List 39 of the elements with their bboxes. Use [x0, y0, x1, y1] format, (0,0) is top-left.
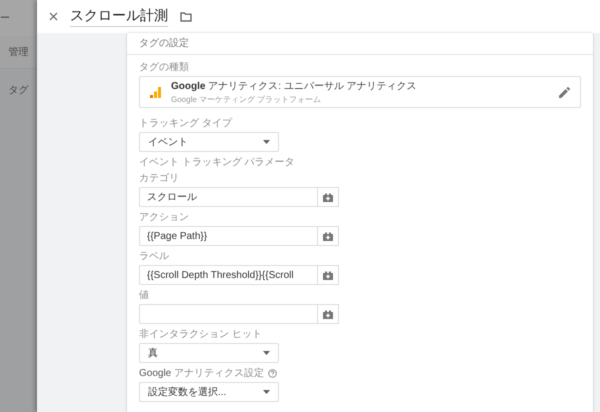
variable-button[interactable] — [318, 226, 339, 246]
field-label: ラベル — [139, 250, 169, 263]
field-label: 非インタラクション ヒット — [139, 328, 262, 341]
sidebar-item[interactable]: タグ — [8, 85, 28, 96]
field-label: トラッキング タイプ — [139, 116, 232, 130]
section-title: タグの設定 — [127, 33, 593, 55]
dropdown[interactable]: イベント — [139, 132, 279, 152]
tag-type-card[interactable]: Google アナリティクス: ユニバーサル アナリティクス Google マーケティング プラットフォーム — [139, 76, 581, 108]
variable-button[interactable] — [318, 304, 339, 324]
tag-type-name: Google アナリティクス: ユニバーサル アナリティクス — [171, 80, 418, 93]
field-label: 値 — [139, 289, 149, 302]
close-icon[interactable] — [49, 12, 58, 21]
caret-icon — [263, 390, 270, 394]
field-label: カテゴリ — [139, 172, 179, 185]
variable-button[interactable] — [318, 265, 339, 285]
top-bar-text: ー — [0, 12, 10, 25]
brick-icon — [322, 310, 334, 318]
dropdown[interactable]: 真 — [139, 343, 279, 363]
brick-icon — [322, 192, 334, 202]
input-field[interactable]: {{Scroll Depth Threshold}}{{Scroll — [139, 265, 318, 285]
pencil-icon[interactable] — [559, 86, 570, 98]
input-field[interactable]: {{Page Path}} — [139, 226, 318, 246]
input-field[interactable]: スクロール — [139, 187, 318, 207]
tag-type-subtitle: Google マーケティング プラットフォーム — [171, 94, 322, 105]
caret-icon — [263, 140, 270, 144]
brick-icon — [322, 270, 334, 280]
dropdown[interactable]: 設定変数を選択... — [139, 382, 279, 402]
field-label: アクション — [139, 211, 189, 224]
section-heading: イベント トラッキング パラメータ — [139, 156, 296, 169]
field-label: Google アナリティクス設定 — [139, 366, 264, 380]
bar-chart-icon — [150, 86, 161, 98]
input-field[interactable] — [139, 304, 318, 324]
field-label: タグの種類 — [139, 60, 189, 74]
brick-icon — [322, 232, 334, 240]
tag-name-title[interactable]: スクロール計測 — [70, 6, 168, 26]
variable-button[interactable] — [318, 187, 339, 207]
help-icon[interactable] — [268, 368, 278, 378]
caret-icon — [263, 351, 270, 355]
folder-icon[interactable] — [180, 12, 192, 22]
